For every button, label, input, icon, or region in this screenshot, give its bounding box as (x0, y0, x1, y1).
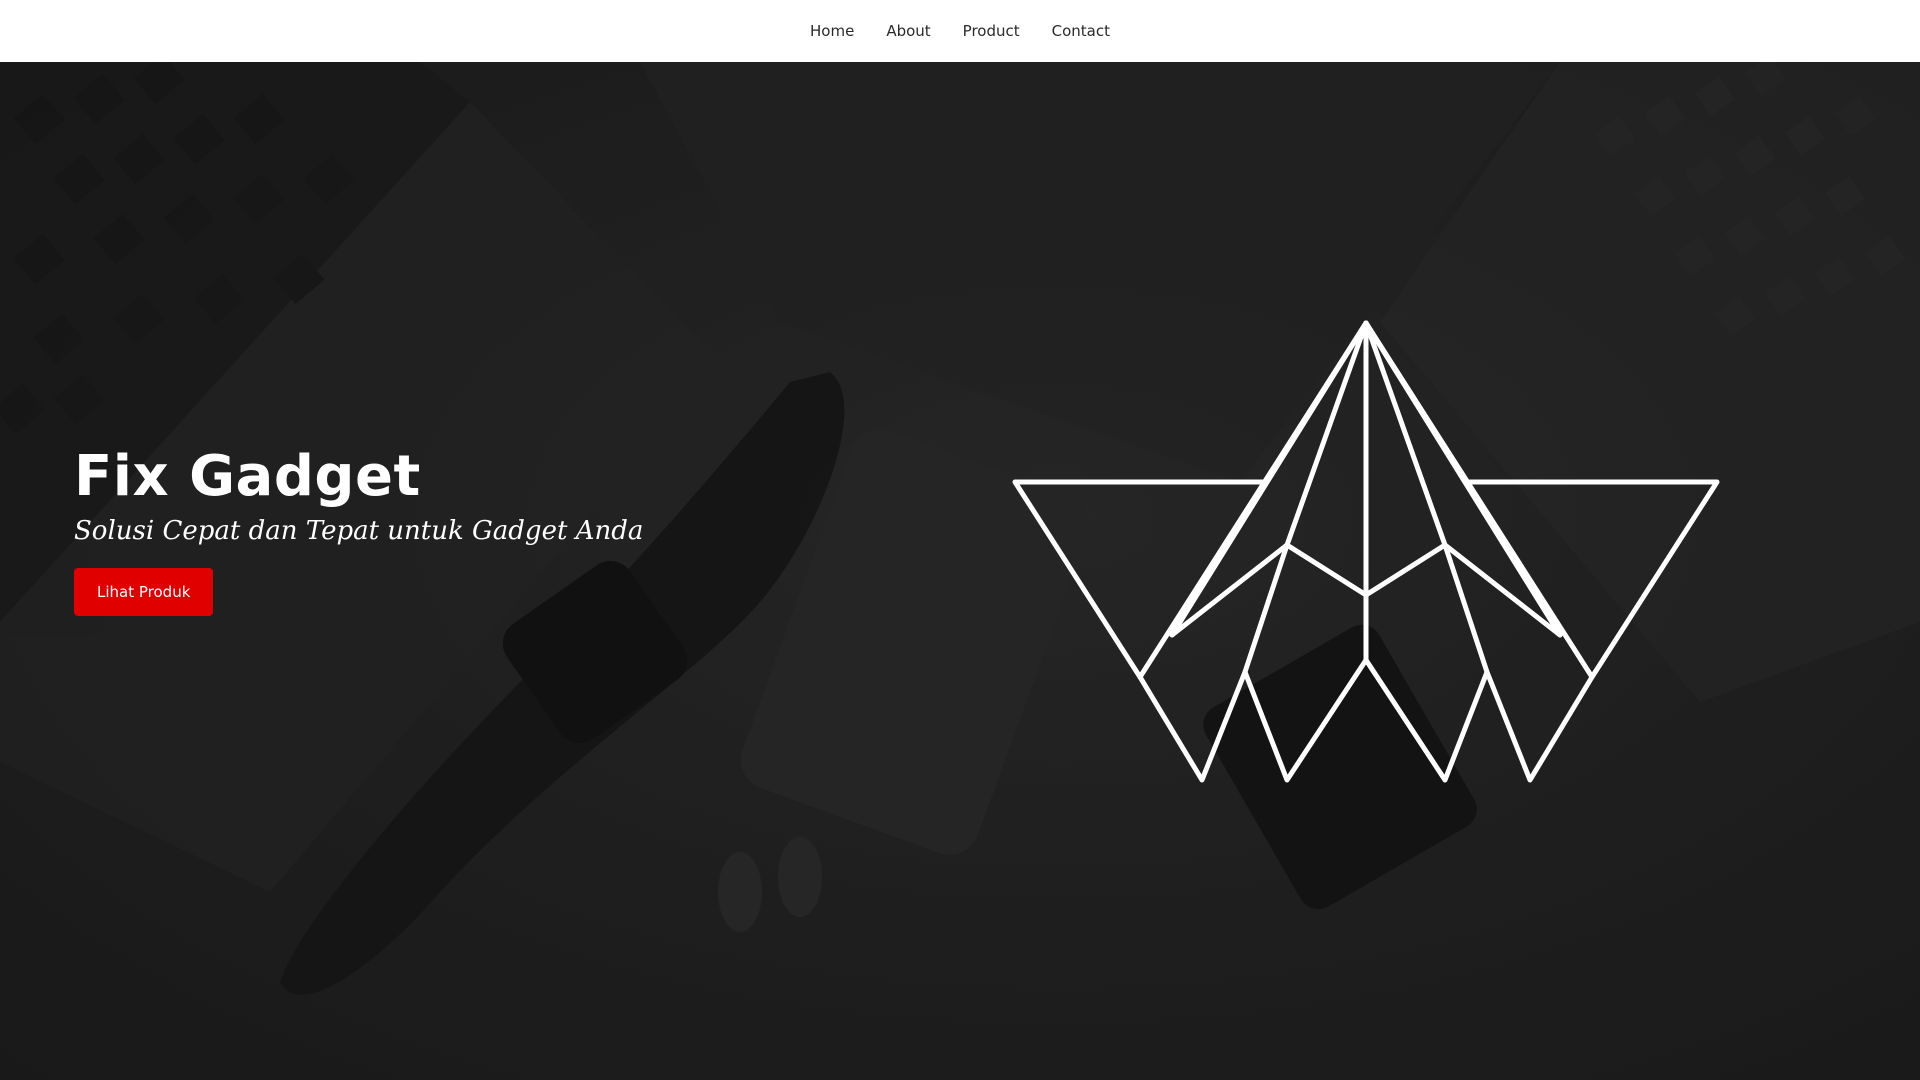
hero-subtitle: Solusi Cepat dan Tepat untuk Gadget Anda (74, 515, 644, 546)
hero-section: Fix Gadget Solusi Cepat dan Tepat untuk … (0, 62, 1920, 1080)
nav-link-contact[interactable]: Contact (1052, 18, 1110, 44)
top-navbar: Home About Product Contact (0, 0, 1920, 62)
hero-text-block: Fix Gadget Solusi Cepat dan Tepat untuk … (74, 446, 643, 616)
view-products-button[interactable]: Lihat Produk (74, 567, 214, 616)
nav-link-product[interactable]: Product (963, 18, 1020, 44)
nav-link-home[interactable]: Home (810, 18, 854, 44)
geometric-crown-logo-icon (1012, 320, 1720, 783)
hero-title: Fix Gadget (74, 444, 421, 509)
nav-link-about[interactable]: About (886, 18, 930, 44)
